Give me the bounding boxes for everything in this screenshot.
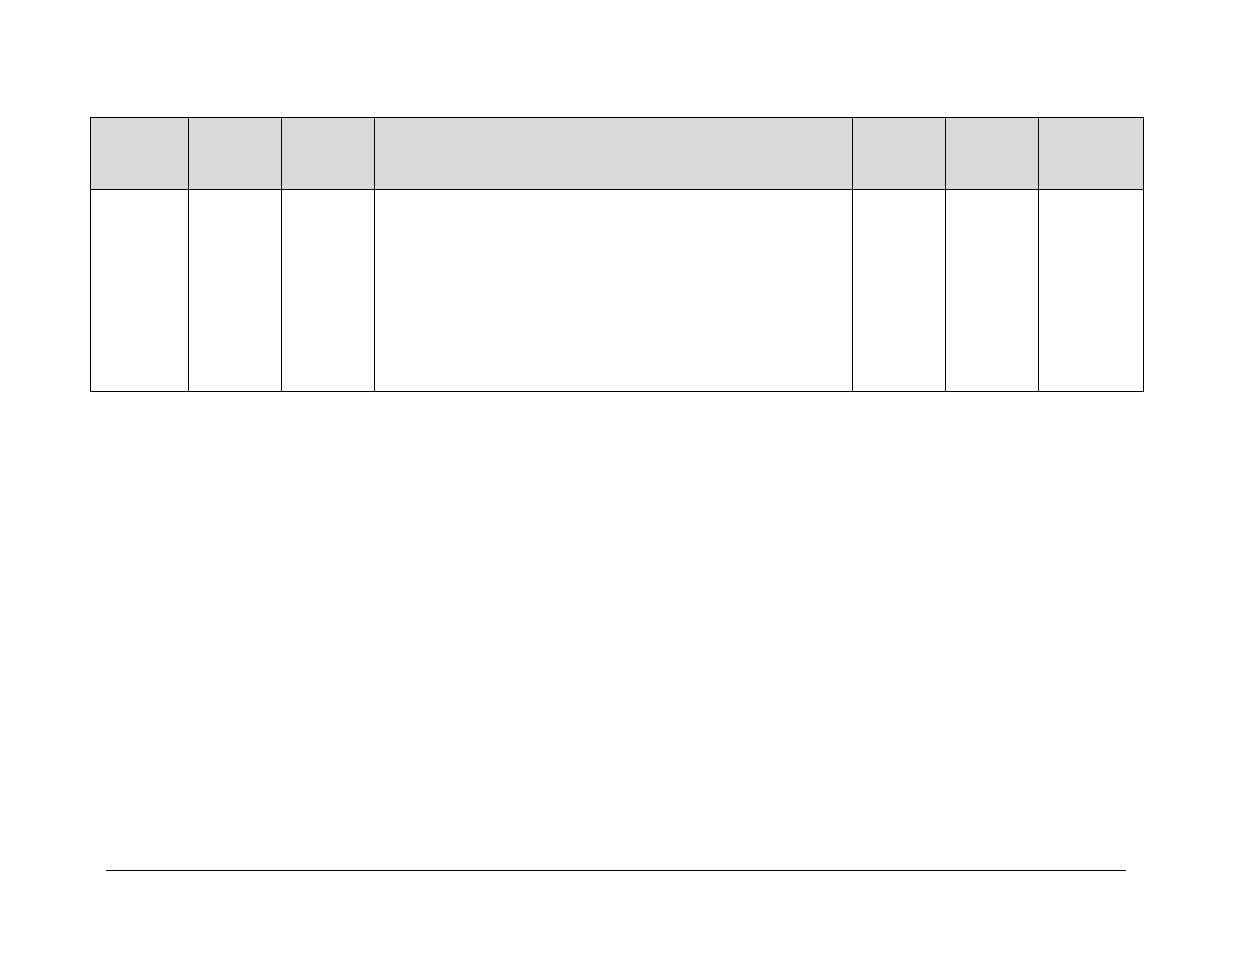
table-cell [91, 190, 189, 392]
data-table [90, 117, 1144, 392]
table-cell [946, 190, 1039, 392]
table-cell [375, 190, 853, 392]
table-header-cell [853, 118, 946, 190]
table-cell [1039, 190, 1144, 392]
table-header-cell [91, 118, 189, 190]
table-header-cell [946, 118, 1039, 190]
table-header-cell [282, 118, 375, 190]
table-cell [189, 190, 282, 392]
table-header-cell [189, 118, 282, 190]
table-header-row [91, 118, 1144, 190]
table-header-cell [1039, 118, 1144, 190]
table-cell [282, 190, 375, 392]
table-cell [853, 190, 946, 392]
table-row [91, 190, 1144, 392]
table-header-cell [375, 118, 853, 190]
footer-divider [106, 870, 1126, 871]
